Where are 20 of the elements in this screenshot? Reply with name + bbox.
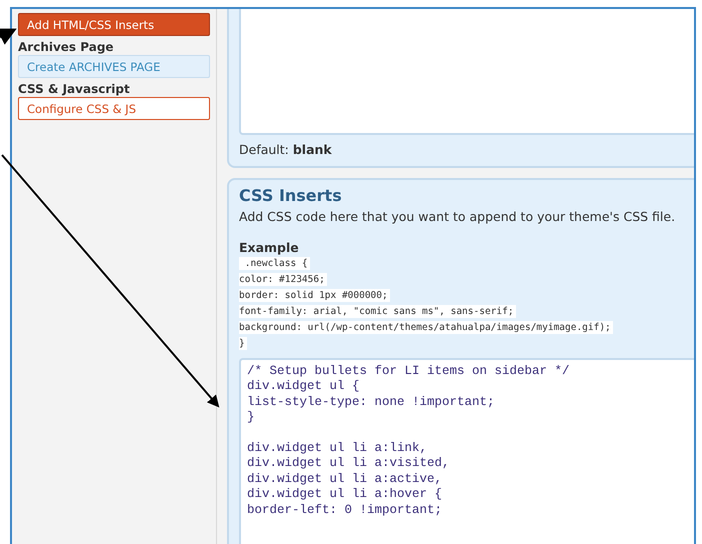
sidebar-heading: CSS & Javascript (18, 82, 131, 96)
code-line: div.widget ul li a:active, (247, 472, 444, 488)
code-line: div.widget ul li a:hover { (247, 487, 444, 503)
code-line: list-style-type: none !important; (247, 394, 496, 410)
sidebar-button[interactable]: Add HTML/CSS Inserts (18, 13, 210, 36)
code-line: div.widget ul li a:visited, (247, 456, 451, 472)
sidebar-button[interactable]: Configure CSS & JS (18, 97, 210, 120)
code-line: border-left: 0 !important; (247, 502, 444, 518)
sidebar-button[interactable]: Create ARCHIVES PAGE (18, 55, 210, 78)
sidebar-heading: Archives Page (18, 40, 115, 54)
default-note: Default: blank (239, 142, 333, 157)
section-description: Add CSS code here that you want to append to your theme's CSS file. (239, 209, 676, 224)
code-line: } (247, 410, 256, 426)
css-code-textarea[interactable] (239, 358, 694, 544)
section-title: CSS Inserts (239, 186, 343, 205)
example-heading: Example (239, 240, 300, 255)
code-line: div.widget ul { (247, 379, 361, 395)
pointer-arrow (0, 28, 17, 45)
code-line: div.widget ul li a:link, (247, 440, 428, 456)
code-line: /* Setup bullets for LI items on sidebar */ (247, 364, 571, 380)
